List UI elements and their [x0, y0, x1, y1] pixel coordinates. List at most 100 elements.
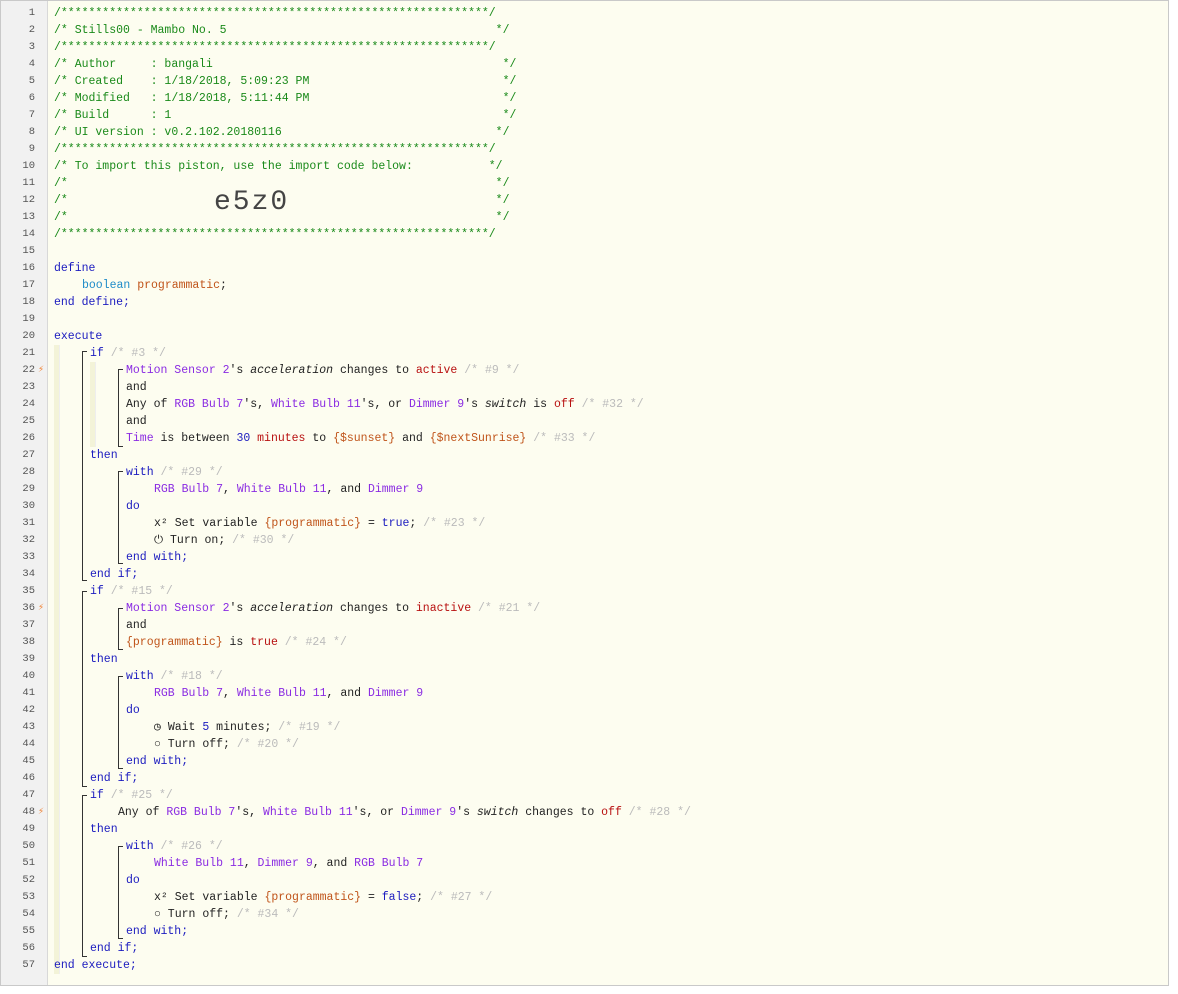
semicolon: ; — [416, 891, 424, 904]
text: 's, or — [360, 398, 409, 411]
line-number: 49 — [22, 823, 35, 835]
line-number: 40 — [22, 670, 35, 682]
device-name: White Bulb 11 — [236, 483, 327, 496]
statement-id: /* #25 */ — [110, 789, 173, 802]
attribute: switch — [476, 806, 519, 819]
condition[interactable]: {programmatic} is true /* #24 */ — [126, 634, 347, 651]
if-statement[interactable]: if /* #3 */ — [90, 345, 166, 362]
device-name: Dimmer 9 — [367, 483, 424, 496]
text: , and — [326, 687, 368, 700]
device-list[interactable]: RGB Bulb 7, White Bulb 11, and Dimmer 9 — [154, 481, 423, 498]
with-statement[interactable]: with /* #26 */ — [126, 838, 223, 855]
line-number: 50 — [22, 840, 35, 852]
line-number: 12 — [22, 194, 35, 206]
condition-bracket — [118, 608, 123, 650]
header-border: /***************************************… — [54, 41, 496, 54]
line-number: 7 — [28, 109, 35, 121]
if-statement[interactable]: if /* #15 */ — [90, 583, 173, 600]
and-operator[interactable]: and — [126, 379, 147, 396]
header-build: /* Build : 1 */ — [54, 109, 517, 122]
condition[interactable]: Time is between 30 minutes to {$sunset} … — [126, 430, 595, 447]
if-keyword: if — [90, 585, 104, 598]
code-editor[interactable]: 1 2 3 4 5 6 7 8 9 10 11 12 13 14 15 16 17 18 19 20 21 22 ⚡ 23 24… — [0, 0, 1169, 986]
and-operator[interactable]: and — [126, 617, 147, 634]
line-number: 2 — [28, 24, 35, 36]
header-border: /***************************************… — [54, 143, 496, 156]
device-list[interactable]: White Bulb 11, Dimmer 9, and RGB Bulb 7 — [154, 855, 423, 872]
text: 's — [464, 398, 485, 411]
device-list[interactable]: RGB Bulb 7, White Bulb 11, and Dimmer 9 — [154, 685, 423, 702]
action[interactable]: x² Set variable {programmatic} = false; … — [154, 889, 492, 906]
header-modified: /* Modified : 1/18/2018, 5:11:44 PM */ — [54, 92, 517, 105]
text: and — [395, 432, 430, 445]
text: 's, or — [352, 806, 401, 819]
text: 's — [229, 364, 251, 377]
statement-id: /* #15 */ — [110, 585, 173, 598]
line-number: 36 — [22, 602, 35, 614]
text: Set variable — [167, 891, 265, 904]
condition[interactable]: Motion Sensor 2's acceleration changes t… — [126, 362, 519, 379]
with-statement[interactable]: with /* #29 */ — [126, 464, 223, 481]
device-name: RGB Bulb 7 — [154, 483, 224, 496]
statement-id: /* #24 */ — [284, 636, 347, 649]
operator: is between — [153, 432, 237, 445]
type-boolean: boolean — [82, 279, 131, 292]
then-keyword: then — [90, 823, 118, 836]
and-operator[interactable]: and — [126, 413, 147, 430]
line-number: 54 — [22, 908, 35, 920]
device-name: White Bulb 11 — [236, 687, 327, 700]
attribute: switch — [484, 398, 527, 411]
header-border: /***************************************… — [54, 7, 496, 20]
define-keyword: define — [54, 262, 96, 275]
do-keyword: do — [126, 704, 140, 717]
line-number: 53 — [22, 891, 35, 903]
condition[interactable]: Any of RGB Bulb 7's, White Bulb 11's, or… — [118, 804, 691, 821]
line-number: 21 — [22, 347, 35, 359]
line-number: 32 — [22, 534, 35, 546]
statement-id: /* #30 */ — [232, 534, 295, 547]
line-number: 4 — [28, 58, 35, 70]
condition[interactable]: Any of RGB Bulb 7's, White Bulb 11's, or… — [126, 396, 644, 413]
action[interactable]: ○ Turn off; /* #34 */ — [154, 906, 299, 923]
if-statement[interactable]: if /* #25 */ — [90, 787, 173, 804]
header-ui-version: /* UI version : v0.2.102.20180116 */ — [54, 126, 510, 139]
action[interactable]: ○ Turn off; /* #20 */ — [154, 736, 299, 753]
action[interactable]: ⏻ Turn on; /* #30 */ — [154, 532, 294, 549]
line-number: 15 — [22, 245, 35, 257]
device-name: Dimmer 9 — [367, 687, 424, 700]
line-number: 17 — [22, 279, 35, 291]
statement-id: /* #9 */ — [464, 364, 520, 377]
line-number: 33 — [22, 551, 35, 563]
line-number: 16 — [22, 262, 35, 274]
line-number: 45 — [22, 755, 35, 767]
line-number: 38 — [22, 636, 35, 648]
end-if-keyword: end if; — [90, 772, 139, 785]
line-number: 34 — [22, 568, 35, 580]
with-keyword: with — [126, 840, 154, 853]
line-number: 24 — [22, 398, 35, 410]
condition-bar — [90, 362, 96, 447]
text: Set variable — [167, 517, 265, 530]
device-name: White Bulb 11 — [270, 398, 361, 411]
variable-declaration[interactable]: boolean programmatic; — [82, 277, 227, 294]
text: , — [243, 857, 258, 870]
device-name: Dimmer 9 — [400, 806, 457, 819]
action[interactable]: ◷ Wait 5 minutes; /* #19 */ — [154, 719, 340, 736]
text: Any of — [126, 398, 175, 411]
line-number: 41 — [22, 687, 35, 699]
action[interactable]: x² Set variable {programmatic} = true; /… — [154, 515, 485, 532]
header-title: /* Stills00 - Mambo No. 5 */ — [54, 24, 510, 37]
device-name: RGB Bulb 7 — [154, 687, 224, 700]
power-icon: ⏻ — [154, 534, 164, 547]
line-number: 5 — [28, 75, 35, 87]
with-statement[interactable]: with /* #18 */ — [126, 668, 223, 685]
device-name: White Bulb 11 — [154, 857, 244, 870]
end-with-keyword: end with; — [126, 925, 189, 938]
line-number: 26 — [22, 432, 35, 444]
line-number: 14 — [22, 228, 35, 240]
condition[interactable]: Motion Sensor 2's acceleration changes t… — [126, 600, 540, 617]
variable: {programmatic} — [126, 636, 223, 649]
end-with-keyword: end with; — [126, 551, 189, 564]
line-number: 28 — [22, 466, 35, 478]
value: true — [381, 517, 410, 530]
